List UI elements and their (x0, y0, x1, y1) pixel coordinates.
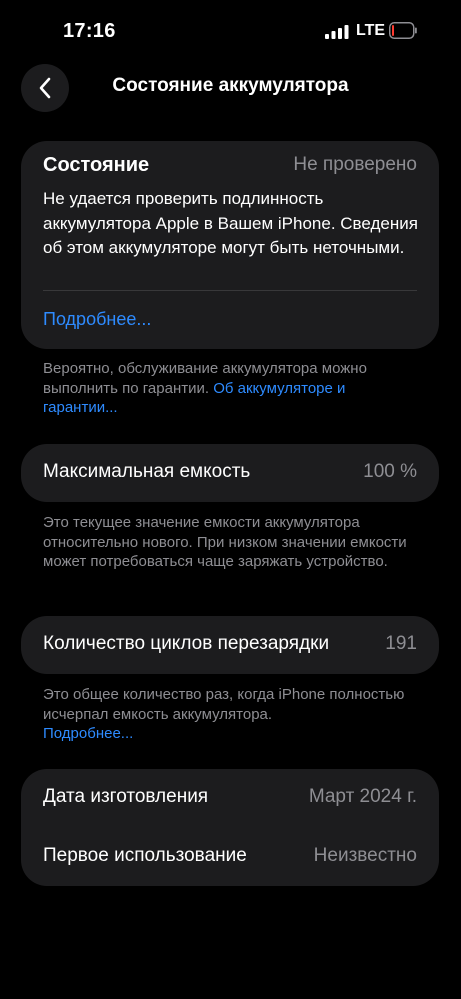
manufacture-date-value: Март 2024 г. (308, 786, 417, 807)
manufacture-date-label: Дата изготовления (43, 786, 209, 807)
status-bar: 17:16 LTE (0, 0, 461, 60)
state-value: Не проверено (293, 154, 417, 175)
network-type: LTE (356, 22, 386, 39)
cycle-count-row: Количество циклов перезарядки 191 (43, 633, 417, 655)
state-description: Не удается проверить подлинность аккумул… (43, 189, 418, 257)
manufacture-date-row: Дата изготовления Март 2024 г. (43, 786, 417, 808)
cycle-note-text: Это общее количество раз, когда iPhone п… (43, 686, 405, 723)
divider (43, 290, 417, 291)
page-title-text: Состояние аккумулятора (112, 75, 349, 96)
max-capacity-value: 100 % (363, 461, 417, 482)
capacity-note: Это текущее значение емкости аккумулятор… (43, 514, 407, 570)
cellular-signal-icon (325, 25, 349, 39)
cycle-more-link[interactable]: Подробнее... (43, 725, 133, 742)
status-time: 17:16 (63, 20, 116, 42)
state-title: Состояние (43, 154, 150, 176)
state-more-link[interactable]: Подробнее... (43, 309, 151, 330)
max-capacity-row: Максимальная емкость 100 % (43, 461, 417, 483)
max-capacity-label: Максимальная емкость (43, 461, 251, 482)
page-title: Состояние аккумулятора (0, 75, 461, 97)
cycle-note: Это общее количество раз, когда iPhone п… (43, 685, 413, 744)
cycle-count-label: Количество циклов перезарядки (43, 633, 330, 654)
navigation-bar: Состояние аккумулятора (0, 60, 461, 116)
cycle-count-value: 191 (385, 633, 417, 654)
warranty-note: Вероятно, обслуживание аккумулятора можн… (43, 359, 413, 418)
battery-icon (389, 22, 417, 39)
first-use-label: Первое использование (43, 845, 247, 866)
max-capacity-card: Максимальная емкость 100 % (21, 444, 439, 502)
cycle-count-card: Количество циклов перезарядки 191 (21, 616, 439, 674)
dates-card: Дата изготовления Март 2024 г. Первое ис… (21, 769, 439, 886)
first-use-row: Первое использование Неизвестно (43, 845, 417, 867)
first-use-value: Неизвестно (313, 845, 417, 866)
battery-state-card: Состояние Не проверено Не удается провер… (21, 141, 439, 349)
